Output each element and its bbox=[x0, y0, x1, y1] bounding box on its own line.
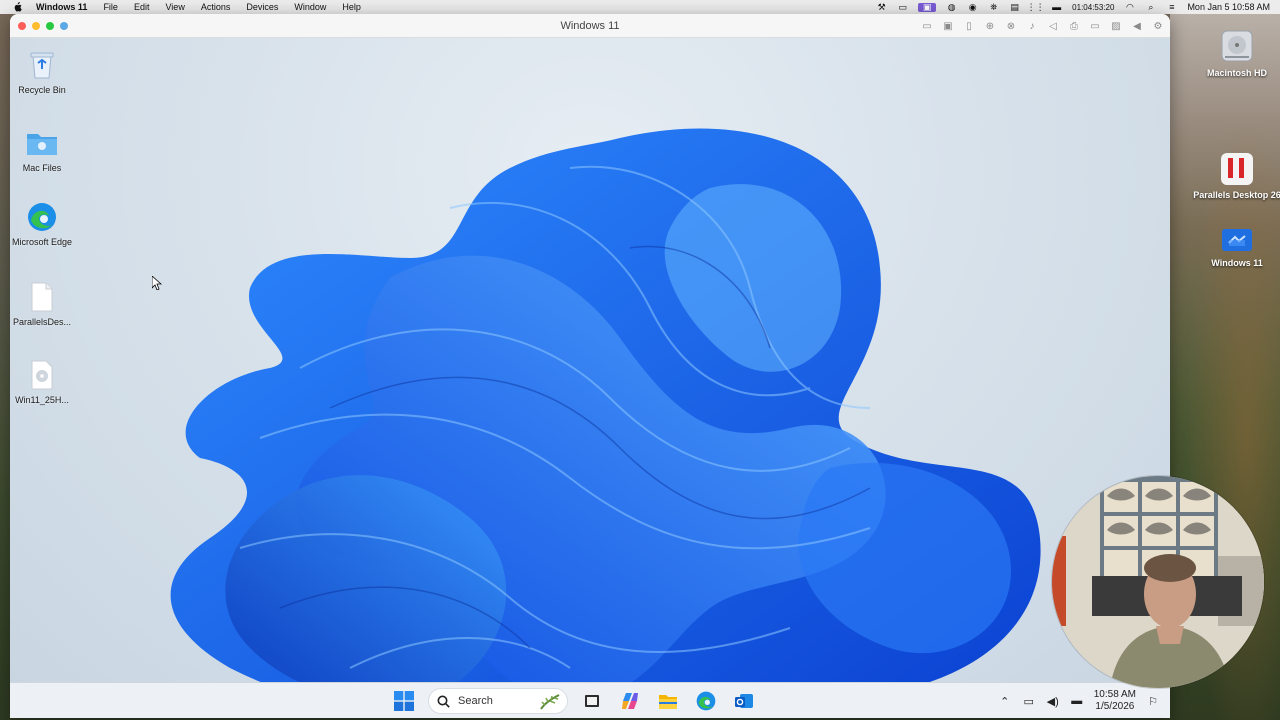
task-view-button[interactable] bbox=[578, 687, 606, 715]
mac-icon-macintosh-hd[interactable]: Macintosh HD bbox=[1192, 28, 1280, 78]
copilot-icon bbox=[622, 693, 638, 709]
outlook-button[interactable] bbox=[730, 687, 758, 715]
back-icon[interactable]: ◀ bbox=[1131, 21, 1143, 32]
taskbar-clock[interactable]: 10:58 AM 1/5/2026 bbox=[1094, 689, 1136, 713]
recording-timer: 01:04:53:20 bbox=[1072, 2, 1115, 12]
chevron-up-icon[interactable]: ⌃ bbox=[998, 694, 1012, 708]
system-tray: ⌃ ▭ ◀) ▬ 10:58 AM 1/5/2026 ⚐ bbox=[998, 683, 1160, 718]
desktop-icon-label: Recycle Bin bbox=[18, 85, 66, 95]
mac-icon-parallels-desktop[interactable]: Parallels Desktop 26 bbox=[1192, 152, 1280, 200]
screenshot-icon[interactable]: ▭ bbox=[897, 2, 908, 12]
menu-view[interactable]: View bbox=[165, 2, 184, 12]
vm-window: Windows 11 ▭ ▣ ▯ ⊕ ⊗ ♪ ◁ ⎙ ▭ ▨ ◀ ⚙ Recyc… bbox=[10, 14, 1170, 718]
search-icon[interactable]: ⌕ bbox=[1145, 2, 1156, 12]
menu-file[interactable]: File bbox=[103, 2, 118, 12]
desktop-icon-recycle-bin[interactable]: Recycle Bin bbox=[10, 48, 74, 96]
folder-icon bbox=[25, 126, 59, 160]
menu-devices[interactable]: Devices bbox=[246, 2, 278, 12]
menu-edit[interactable]: Edit bbox=[134, 2, 150, 12]
menu-window[interactable]: Window bbox=[294, 2, 326, 12]
clipboard-icon[interactable]: ▤ bbox=[1009, 2, 1020, 12]
desktop-icon-microsoft-edge[interactable]: Microsoft Edge bbox=[10, 200, 74, 248]
sound-icon[interactable]: ◁ bbox=[1047, 21, 1059, 32]
mac-menu-bar: Windows 11 File Edit View Actions Device… bbox=[0, 0, 1280, 14]
hard-drive-icon bbox=[1192, 28, 1280, 64]
menu-help[interactable]: Help bbox=[342, 2, 361, 12]
webcam-overlay bbox=[1052, 476, 1264, 688]
task-view-icon bbox=[585, 695, 599, 707]
parallels-icon bbox=[1192, 152, 1280, 186]
network-icon[interactable]: ⊕ bbox=[984, 21, 996, 32]
start-button[interactable] bbox=[390, 687, 418, 715]
search-icon bbox=[437, 695, 450, 708]
menu-bar-clock[interactable]: Mon Jan 5 10:58 AM bbox=[1187, 2, 1270, 12]
edge-icon bbox=[696, 691, 716, 711]
file-explorer-button[interactable] bbox=[654, 687, 682, 715]
outlook-icon bbox=[735, 694, 753, 708]
windows-taskbar: Search ⌃ ▭ ◀) ▬ 10:58 AM 1/5/2026 ⚐ bbox=[10, 682, 1170, 718]
apple-icon[interactable] bbox=[12, 2, 22, 12]
tools-icon[interactable]: ⚒ bbox=[876, 2, 887, 12]
search-highlight-icon bbox=[540, 694, 560, 710]
settings-gear-icon[interactable]: ⚙ bbox=[1152, 21, 1164, 32]
parallels-status-icon[interactable]: ⛯ bbox=[988, 2, 999, 12]
desktop-icon-label: Win11_25H... bbox=[15, 395, 69, 405]
disc-image-icon bbox=[25, 358, 59, 392]
mouse-cursor bbox=[152, 276, 162, 290]
desktop-icon-label: Microsoft Edge bbox=[11, 237, 73, 247]
mac-icon-windows-11[interactable]: Windows 11 bbox=[1192, 228, 1280, 268]
vm-icon bbox=[1192, 228, 1280, 254]
copilot-button[interactable] bbox=[616, 687, 644, 715]
menu-app-name[interactable]: Windows 11 bbox=[36, 2, 87, 12]
display-icon[interactable]: ▭ bbox=[1022, 694, 1036, 708]
taskbar-search[interactable]: Search bbox=[428, 688, 568, 714]
edge-icon bbox=[25, 200, 59, 234]
windows-desktop[interactable]: Recycle Bin Mac Files Microsoft Edge Par… bbox=[10, 38, 1170, 682]
search-placeholder: Search bbox=[458, 695, 493, 707]
menu-bar-status-area: ⚒ ▭ ▣ ◍ ◉ ⛯ ▤ ⋮⋮ ▬ 01:04:53:20 ◠ ⌕ ≡ Mon… bbox=[876, 0, 1270, 14]
record-icon[interactable]: ◉ bbox=[967, 2, 978, 12]
menu-actions[interactable]: Actions bbox=[201, 2, 231, 12]
screen-mirror-icon[interactable]: ▣ bbox=[918, 2, 937, 12]
mac-icon-label: Windows 11 bbox=[1211, 258, 1263, 268]
file-explorer-icon bbox=[659, 695, 677, 709]
edge-taskbar-button[interactable] bbox=[692, 687, 720, 715]
notification-bell-icon[interactable]: ⚐ bbox=[1146, 694, 1160, 708]
windows-logo-icon bbox=[394, 691, 414, 711]
camera-icon[interactable]: ▭ bbox=[1089, 21, 1101, 32]
keyboard-icon[interactable]: ▭ bbox=[921, 21, 933, 32]
grid-icon[interactable]: ⋮⋮ bbox=[1027, 2, 1045, 12]
desktop-icon-parallels-file[interactable]: ParallelsDes... bbox=[10, 280, 74, 328]
volume-icon[interactable]: ◀) bbox=[1046, 694, 1060, 708]
battery-icon[interactable]: ▬ bbox=[1070, 694, 1084, 708]
battery-icon[interactable]: ▬ bbox=[1051, 2, 1062, 12]
presenter-video-image bbox=[1052, 476, 1264, 688]
recycle-bin-icon bbox=[25, 48, 59, 82]
vpn-icon[interactable]: ◍ bbox=[946, 2, 957, 12]
vm-titlebar[interactable]: Windows 11 ▭ ▣ ▯ ⊕ ⊗ ♪ ◁ ⎙ ▭ ▨ ◀ ⚙ bbox=[10, 14, 1170, 38]
usb-icon[interactable]: ▯ bbox=[963, 21, 975, 32]
shared-folders-icon[interactable]: ⊗ bbox=[1005, 21, 1017, 32]
mac-icon-label: Parallels Desktop 26 bbox=[1193, 190, 1280, 200]
desktop-icon-win11-iso[interactable]: Win11_25H... bbox=[10, 358, 74, 406]
clock-time: 10:58 AM bbox=[1093, 689, 1136, 700]
mac-icon-label: Macintosh HD bbox=[1206, 68, 1267, 78]
desktop-icon-label: ParallelsDes... bbox=[12, 317, 72, 327]
clock-date: 1/5/2026 bbox=[1095, 701, 1135, 712]
control-center-icon[interactable]: ≡ bbox=[1166, 2, 1177, 12]
bloom-wallpaper bbox=[170, 128, 1041, 682]
drive-icon[interactable]: ▣ bbox=[942, 21, 954, 32]
taskbar-center: Search bbox=[390, 683, 758, 718]
desktop-icon-label: Mac Files bbox=[22, 163, 62, 173]
printer-icon[interactable]: ⎙ bbox=[1068, 21, 1080, 32]
vm-toolbar: ▭ ▣ ▯ ⊕ ⊗ ♪ ◁ ⎙ ▭ ▨ ◀ ⚙ bbox=[921, 14, 1164, 38]
image-icon[interactable]: ▨ bbox=[1110, 21, 1122, 32]
desktop-icon-mac-files[interactable]: Mac Files bbox=[10, 126, 74, 174]
file-icon bbox=[25, 280, 59, 314]
wifi-icon[interactable]: ◠ bbox=[1124, 2, 1135, 12]
microphone-icon[interactable]: ♪ bbox=[1026, 21, 1038, 32]
